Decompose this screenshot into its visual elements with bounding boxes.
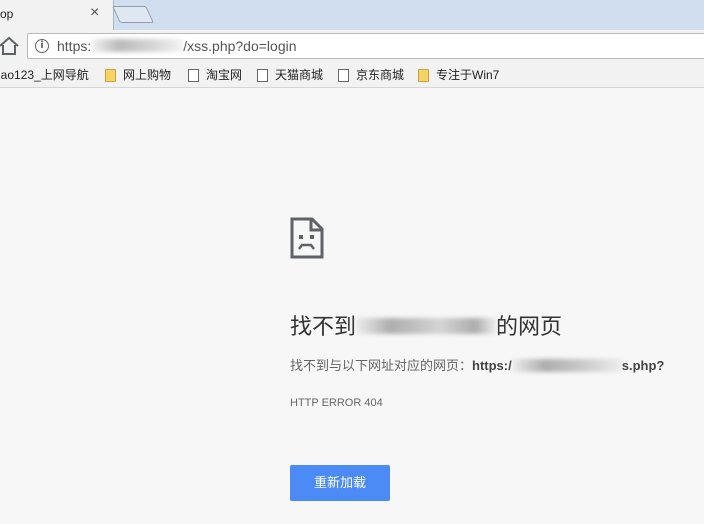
sad-page-icon: [290, 217, 324, 259]
error-page: 找不到 的网页 找不到与以下网址对应的网页：https:/ s.php? HTTP …: [0, 89, 704, 524]
bookmark-label: 天猫商城: [275, 68, 324, 82]
page-icon: [338, 69, 349, 82]
error-url: https:/ s.php?: [472, 358, 664, 373]
reload-button[interactable]: 重新加载: [290, 465, 390, 501]
url-path: /xss.php?do=login: [183, 38, 297, 54]
page-icon: [188, 69, 199, 82]
error-title-suffix: 的网页: [496, 314, 563, 339]
bookmark-label: hao123_上网导航: [0, 68, 89, 82]
url-text[interactable]: https: /xss.php?do=login: [57, 38, 297, 54]
folder-icon: [105, 69, 116, 82]
bookmark-label: 网上购物: [123, 68, 172, 82]
error-url-start: https:/: [472, 358, 512, 373]
error-title-prefix: 找不到: [290, 314, 357, 339]
browser-tab[interactable]: op ×: [0, 0, 114, 30]
bookmark-label: 京东商城: [356, 68, 405, 82]
error-code: HTTP ERROR 404: [290, 397, 383, 409]
redacted-domain: [91, 39, 184, 53]
address-bar[interactable]: i https: /xss.php?do=login: [27, 33, 704, 59]
bookmark-label: 淘宝网: [206, 68, 243, 82]
error-description: 找不到与以下网址对应的网页：https:/ s.php?: [290, 355, 664, 374]
home-icon[interactable]: [0, 35, 20, 57]
folder-icon: [418, 69, 429, 82]
page-icon: [257, 69, 268, 82]
url-scheme: https:: [57, 38, 92, 54]
error-desc-prefix: 找不到与以下网址对应的网页：: [290, 358, 473, 373]
tab-title: op: [0, 7, 14, 21]
toolbar: i https: /xss.php?do=login: [0, 30, 704, 62]
redacted-host: [356, 318, 497, 335]
bookmark-label: 专注于Win7: [436, 68, 500, 82]
new-tab-button[interactable]: [112, 6, 154, 23]
redacted-url: [511, 358, 622, 372]
bookmarks-bar: hao123_上网导航 网上购物 淘宝网 天猫商城 京东商城 专注于Win7: [0, 62, 704, 88]
error-url-end: s.php?: [621, 358, 665, 373]
close-icon[interactable]: ×: [90, 3, 99, 23]
error-title: 找不到 的网页: [290, 309, 562, 341]
tab-strip: op ×: [0, 0, 704, 30]
info-icon[interactable]: i: [35, 39, 49, 53]
